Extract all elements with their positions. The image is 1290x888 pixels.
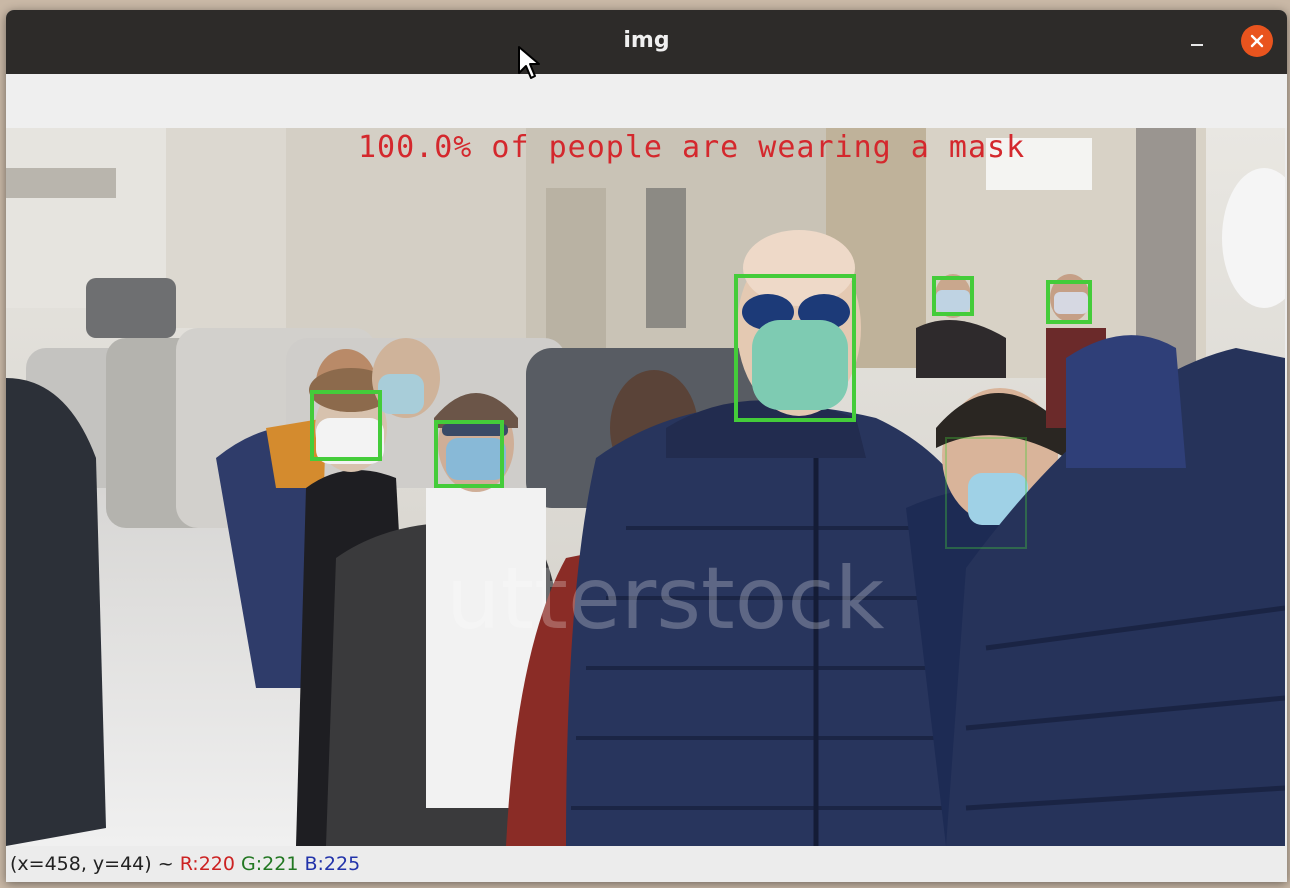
svg-text:utterstock: utterstock bbox=[446, 549, 885, 649]
status-bar: (x=458, y=44) ~ R:220 G:221 B:225 bbox=[6, 846, 1287, 882]
image-window: img utterstock 100.0% of people are wear… bbox=[6, 10, 1287, 882]
image-canvas[interactable]: utterstock 100.0% of people are wearing … bbox=[6, 128, 1285, 846]
close-button[interactable] bbox=[1241, 25, 1273, 57]
green-value: G:221 bbox=[241, 853, 299, 875]
blue-value: B:225 bbox=[304, 853, 361, 875]
title-bar[interactable]: img bbox=[6, 10, 1287, 74]
mask-percentage-overlay: 100.0% of people are wearing a mask bbox=[358, 130, 1026, 165]
street-scene-image: utterstock bbox=[6, 128, 1285, 846]
toolbar-area bbox=[6, 74, 1287, 128]
mouse-cursor-icon bbox=[517, 45, 541, 85]
minimize-button[interactable] bbox=[1187, 32, 1207, 52]
window-title: img bbox=[623, 28, 670, 53]
cursor-coordinates: (x=458, y=44) ~ bbox=[10, 853, 180, 875]
red-value: R:220 bbox=[179, 853, 235, 875]
close-icon bbox=[1250, 34, 1264, 48]
